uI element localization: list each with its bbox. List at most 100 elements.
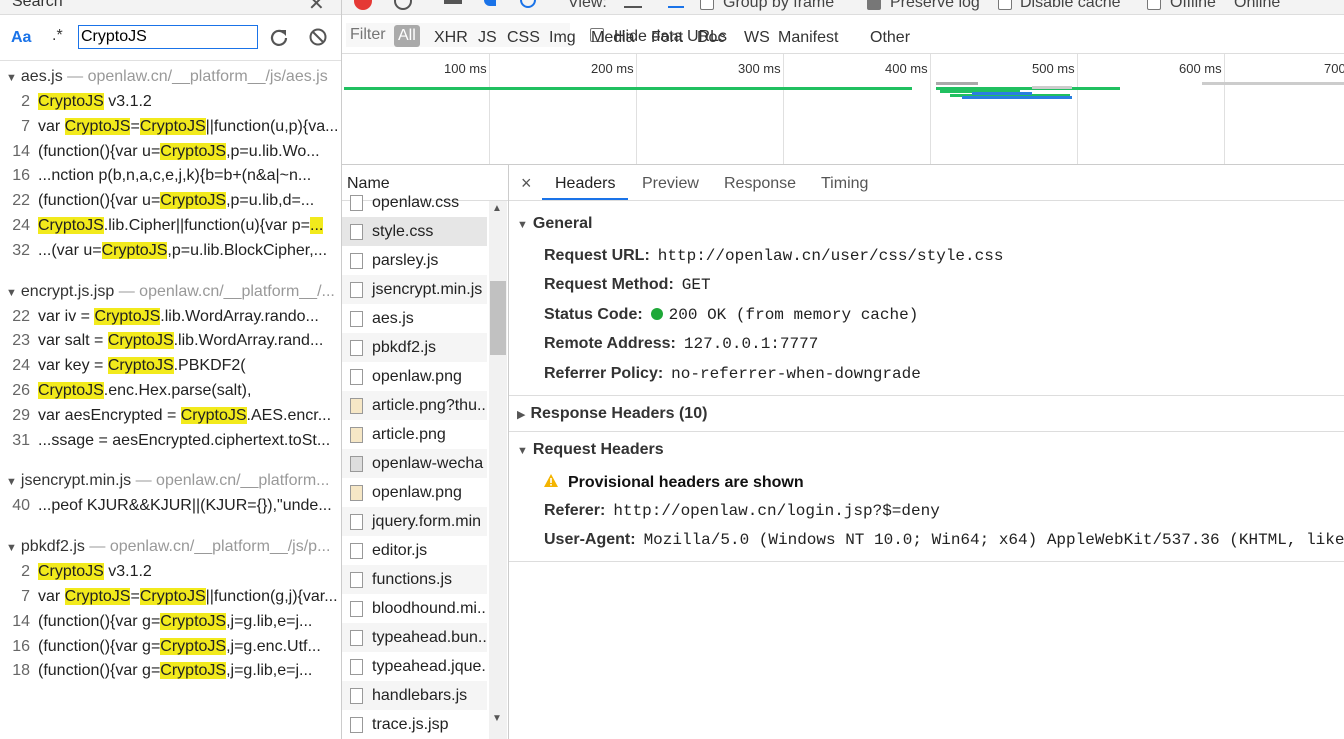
line-text: ,p=u.lib,d=... (226, 192, 315, 210)
search-result-line[interactable]: 16 ...nction p(b,n,a,c,e,j,k){b=b+(n&a|~n… (0, 167, 311, 185)
request-row[interactable]: style.css (342, 217, 487, 246)
request-method-row: Request Method: GET (544, 276, 711, 294)
type-filter-other[interactable]: Other (870, 29, 910, 47)
type-filter-xhr[interactable]: XHR (434, 29, 468, 47)
match-highlight: CryptoJS (160, 612, 227, 630)
search-result-line[interactable]: 22 var iv = CryptoJS.lib.WordArray.rando.… (0, 307, 319, 326)
request-row[interactable]: typeahead.bun... (342, 623, 487, 652)
request-row[interactable]: article.png?thu... (342, 391, 487, 420)
large-rows-icon[interactable] (624, 0, 642, 8)
request-name: jquery.form.min (372, 512, 482, 530)
request-row[interactable]: handlebars.js (342, 681, 487, 710)
scrollbar-thumb[interactable] (490, 281, 506, 355)
search-result-line[interactable]: 2 CryptoJS v3.1.2 (0, 93, 152, 111)
search-result-line[interactable]: 2 CryptoJS v3.1.2 (0, 563, 152, 581)
match-highlight: CryptoJS (38, 563, 104, 581)
search-result-line[interactable]: 31 ...ssage = aesEncrypted.ciphertext.toS… (0, 432, 330, 450)
request-row[interactable]: functions.js (342, 565, 487, 594)
screenshot-icon[interactable] (444, 0, 462, 4)
search-result-file[interactable]: ▼ encrypt.js.jsp — openlaw.cn/__platform_… (6, 283, 335, 301)
request-row[interactable]: article.png (342, 420, 487, 449)
request-row[interactable]: openlaw-wecha (342, 449, 487, 478)
offline-checkbox[interactable] (1147, 0, 1161, 10)
tab-response[interactable]: Response (724, 175, 796, 193)
request-row[interactable]: editor.js (342, 536, 487, 565)
search-result-line[interactable]: 32 ...(var u=CryptoJS,p=u.lib.BlockCipher… (0, 241, 327, 260)
type-filter-font[interactable]: Font (651, 29, 683, 47)
request-row[interactable]: openlaw.png (342, 478, 487, 507)
close-search-icon[interactable]: ✕ (308, 0, 325, 16)
scroll-up-icon[interactable]: ▲ (492, 203, 502, 214)
search-result-line[interactable]: 18 (function(){var g=CryptoJS,j=g.lib,e=j… (0, 662, 312, 680)
type-filter-css[interactable]: CSS (507, 29, 540, 47)
record-icon[interactable] (354, 0, 372, 10)
tab-preview[interactable]: Preview (642, 175, 699, 193)
request-row[interactable]: openlaw.css (342, 188, 487, 217)
expanded-triangle-icon: ▼ (6, 286, 17, 299)
search-result-line[interactable]: 24 var key = CryptoJS.PBKDF2( (0, 357, 246, 375)
request-row[interactable]: parsley.js (342, 246, 487, 275)
search-result-line[interactable]: 7 var CryptoJS=CryptoJS||function(g,j){va… (0, 588, 338, 606)
search-result-line[interactable]: 22 (function(){var u=CryptoJS,p=u.lib,d=.… (0, 192, 314, 210)
type-filter-img[interactable]: Img (549, 29, 576, 47)
file-icon (350, 658, 363, 675)
request-headers-toggle[interactable]: ▼ Request Headers (517, 441, 664, 459)
filter-icon[interactable] (484, 0, 496, 6)
search-icon[interactable] (520, 0, 536, 8)
type-filter-manifest[interactable]: Manifest (778, 29, 838, 47)
file-icon (350, 281, 363, 298)
refresh-icon[interactable] (268, 26, 290, 48)
line-text: (function(){var g= (38, 612, 161, 630)
search-result-line[interactable]: 24 CryptoJS.lib.Cipher||function(u){var p… (0, 217, 324, 235)
timeline-request-bar (1032, 86, 1072, 89)
search-result-line[interactable]: 26 CryptoJS.enc.Hex.parse(salt), (0, 382, 251, 400)
request-row[interactable]: aes.js (342, 304, 487, 333)
match-highlight: CryptoJS (101, 241, 168, 259)
search-result-line[interactable]: 14 (function(){var u=CryptoJS,p=u.lib.Wo.… (0, 142, 320, 161)
response-headers-toggle[interactable]: ▶ Response Headers (10) (517, 405, 707, 423)
timeline-tick-label: 300 ms (738, 61, 781, 76)
match-highlight: CryptoJS (139, 117, 206, 135)
search-result-line[interactable]: 40 ...peof KJUR&&KJUR||(KJUR={}),"unde... (0, 497, 331, 515)
filter-bar: Hide data URLs AllXHRJSCSSImgMediaFontDo… (342, 15, 1344, 54)
search-input[interactable] (78, 25, 258, 49)
type-filter-all[interactable]: All (394, 25, 420, 47)
general-section-toggle[interactable]: ▼ General (517, 215, 592, 233)
request-row[interactable]: openlaw.png (342, 362, 487, 391)
type-filter-ws[interactable]: WS (744, 29, 770, 47)
type-filter-media[interactable]: Media (591, 29, 635, 47)
close-details-icon[interactable]: × (521, 173, 532, 194)
disable-cache-checkbox[interactable] (998, 0, 1012, 10)
image-icon (350, 397, 363, 414)
line-text: ...ssage = aesEncrypted.ciphertext.toSt.… (38, 431, 331, 449)
search-result-line[interactable]: 14 (function(){var g=CryptoJS,j=g.lib,e=j… (0, 612, 312, 631)
disable-cache-label: Disable cache (1020, 0, 1121, 11)
search-result-line[interactable]: 23 var salt = CryptoJS.lib.WordArray.rand… (0, 332, 323, 350)
request-row[interactable]: typeahead.jque... (342, 652, 487, 681)
type-filter-js[interactable]: JS (478, 29, 497, 47)
tab-headers[interactable]: Headers (555, 175, 615, 193)
search-result-file[interactable]: ▼ aes.js — openlaw.cn/__platform__/js/aes… (6, 68, 328, 86)
regex-button[interactable]: .* (52, 27, 63, 45)
type-filter-doc[interactable]: Doc (697, 29, 725, 47)
tab-timing[interactable]: Timing (821, 175, 868, 193)
match-case-button[interactable]: Aa (11, 29, 31, 47)
throttling-select[interactable]: Online (1234, 0, 1280, 12)
search-result-line[interactable]: 16 (function(){var g=CryptoJS,j=g.enc.Utf… (0, 637, 321, 656)
search-result-line[interactable]: 7 var CryptoJS=CryptoJS||function(u,p){va… (0, 117, 338, 136)
scroll-down-icon[interactable]: ▼ (492, 713, 502, 724)
timeline-overview[interactable]: 100 ms 200 ms 300 ms 400 ms 500 ms 600 ms 700 (342, 54, 1344, 165)
clear-search-icon[interactable] (307, 26, 329, 48)
clear-log-icon[interactable] (394, 0, 412, 10)
search-result-line[interactable]: 29 var aesEncrypted = CryptoJS.AES.encr..… (0, 406, 331, 425)
search-result-file[interactable]: ▼ jsencrypt.min.js — openlaw.cn/__platfor… (6, 472, 329, 490)
request-row[interactable]: pbkdf2.js (342, 333, 487, 362)
waterfall-icon[interactable] (668, 0, 684, 8)
request-row[interactable]: bloodhound.mi... (342, 594, 487, 623)
request-row[interactable]: jquery.form.min (342, 507, 487, 536)
request-row[interactable]: trace.js.jsp (342, 710, 487, 739)
request-row[interactable]: jsencrypt.min.js (342, 275, 487, 304)
group-by-frame-checkbox[interactable] (700, 0, 714, 10)
preserve-log-checkbox[interactable] (867, 0, 881, 10)
search-result-file[interactable]: ▼ pbkdf2.js — openlaw.cn/__platform__/js/… (6, 538, 330, 556)
